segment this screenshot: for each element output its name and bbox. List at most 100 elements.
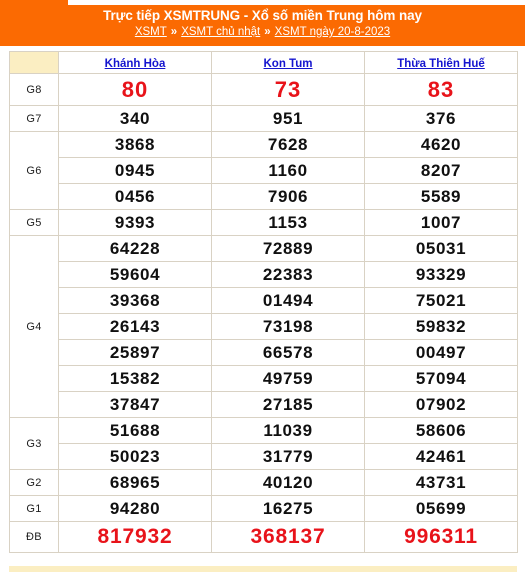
- province-link-khanh-hoa[interactable]: Khánh Hòa: [105, 58, 166, 70]
- header-cell-province-1: Khánh Hòa: [58, 51, 212, 74]
- prize-number-cell: 93329: [364, 261, 518, 288]
- province-link-thua-thien-hue[interactable]: Thừa Thiên Huế: [397, 58, 485, 70]
- prize-number-cell: 66578: [211, 339, 365, 366]
- table-row: G4 64228 72889 05031: [9, 235, 518, 418]
- prize-number-cell: 4620: [364, 131, 518, 158]
- table-row: G2 68965 40120 43731: [9, 469, 518, 496]
- prize-label-đb: ĐB: [9, 521, 59, 553]
- prize-label-g8: G8: [9, 73, 59, 106]
- header-corner-cell: [9, 51, 59, 74]
- prize-number-cell: 368137: [211, 521, 365, 553]
- province-link-kon-tum[interactable]: Kon Tum: [264, 58, 313, 70]
- prize-number-cell: 72889: [211, 235, 365, 262]
- prize-label-g3: G3: [9, 417, 59, 470]
- breadcrumb: XSMT » XSMT chủ nhật » XSMT ngày 20-8-20…: [135, 25, 390, 40]
- table-row: 39368 01494 75021: [10, 287, 518, 314]
- prize-number-cell: 50023: [58, 443, 212, 470]
- prize-label-g1: G1: [9, 495, 59, 522]
- prize-number-cell: 05031: [364, 235, 518, 262]
- breadcrumb-link-xsmt-chu-nhat[interactable]: XSMT chủ nhật: [181, 25, 260, 40]
- prize-number-cell: 42461: [364, 443, 518, 470]
- lottery-results-table: Khánh Hòa Kon Tum Thừa Thiên Huế G8 80 73 8…: [9, 51, 518, 553]
- lottery-results-page: Trực tiếp XSMTRUNG - Xổ số miền Trung hô…: [0, 0, 525, 572]
- prize-label-g4: G4: [9, 235, 59, 418]
- table-row: G6 3868 7628 4620: [9, 131, 518, 210]
- prize-number-cell: 15382: [58, 365, 212, 392]
- breadcrumb-link-xsmt[interactable]: XSMT: [135, 25, 167, 40]
- breadcrumb-link-xsmt-date[interactable]: XSMT ngày 20-8-2023: [275, 25, 391, 40]
- prize-number-cell: 68965: [58, 469, 212, 496]
- table-header-row: Khánh Hòa Kon Tum Thừa Thiên Huế: [9, 51, 518, 74]
- table-body: G8 80 73 83 G7 340 951 376 G6 3868 7628 4620 0945 116…: [9, 73, 518, 553]
- prize-number-cell: 59832: [364, 313, 518, 340]
- prize-number-cell: 9393: [58, 209, 212, 236]
- prize-number-cell: 58606: [364, 417, 518, 444]
- prize-number-cell: 16275: [211, 495, 365, 522]
- page-banner: Trực tiếp XSMTRUNG - Xổ số miền Trung hô…: [0, 0, 525, 46]
- prize-number-cell: 7906: [211, 183, 365, 210]
- prize-number-cell: 43731: [364, 469, 518, 496]
- prize-number-cell: 1153: [211, 209, 365, 236]
- table-row: ĐB 817932 368137 996311: [9, 521, 518, 553]
- prize-number-cell: 22383: [211, 261, 365, 288]
- prize-number-cell: 11039: [211, 417, 365, 444]
- prize-label-g7: G7: [9, 105, 59, 132]
- prize-label-g2: G2: [9, 469, 59, 496]
- prize-number-cell: 75021: [364, 287, 518, 314]
- table-row: 25897 66578 00497: [10, 339, 518, 366]
- prize-number-cell: 5589: [364, 183, 518, 210]
- prize-number-cell: 51688: [58, 417, 212, 444]
- table-row: G8 80 73 83: [9, 73, 518, 106]
- table-header: Khánh Hòa Kon Tum Thừa Thiên Huế: [9, 51, 518, 74]
- prize-number-cell: 0945: [58, 157, 212, 184]
- prize-number-cell: 25897: [58, 339, 212, 366]
- table-row: 37847 27185 07902: [10, 391, 518, 418]
- prize-number-cell: 00497: [364, 339, 518, 366]
- prize-number-cell: 340: [58, 105, 212, 132]
- prize-number-cell: 73198: [211, 313, 365, 340]
- prize-number-cell: 01494: [211, 287, 365, 314]
- prize-number-cell: 0456: [58, 183, 212, 210]
- prize-number-cell: 49759: [211, 365, 365, 392]
- page-title: Trực tiếp XSMTRUNG - Xổ số miền Trung hô…: [103, 8, 422, 23]
- table-row: G3 51688 11039 58606: [9, 417, 518, 470]
- prize-number-cell: 83: [364, 73, 518, 106]
- prize-number-cell: 996311: [364, 521, 518, 553]
- header-cell-province-2: Kon Tum: [211, 51, 365, 74]
- prize-number-cell: 1007: [364, 209, 518, 236]
- table-row: 59604 22383 93329: [10, 261, 518, 288]
- prize-number-cell: 3868: [58, 131, 212, 158]
- prize-number-cell: 37847: [58, 391, 212, 418]
- results-table-container: Khánh Hòa Kon Tum Thừa Thiên Huế G8 80 73 8…: [9, 51, 518, 553]
- prize-number-cell: 951: [211, 105, 365, 132]
- table-row: 50023 31779 42461: [10, 443, 518, 470]
- bottom-accent-strip: [9, 566, 517, 572]
- table-row: 15382 49759 57094: [10, 365, 518, 392]
- prize-number-cell: 817932: [58, 521, 212, 553]
- prize-number-cell: 31779: [211, 443, 365, 470]
- prize-number-cell: 26143: [58, 313, 212, 340]
- prize-label-g6: G6: [9, 131, 59, 210]
- prize-number-cell: 40120: [211, 469, 365, 496]
- header-cell-province-3: Thừa Thiên Huế: [364, 51, 518, 74]
- prize-number-cell: 07902: [364, 391, 518, 418]
- table-row: G5 9393 1153 1007: [9, 209, 518, 236]
- prize-label-g5: G5: [9, 209, 59, 236]
- prize-number-cell: 05699: [364, 495, 518, 522]
- table-row: 0456 7906 5589: [10, 183, 518, 210]
- prize-number-cell: 7628: [211, 131, 365, 158]
- prize-number-cell: 94280: [58, 495, 212, 522]
- table-row: G1 94280 16275 05699: [9, 495, 518, 522]
- table-row: 26143 73198 59832: [10, 313, 518, 340]
- prize-number-cell: 39368: [58, 287, 212, 314]
- prize-number-cell: 59604: [58, 261, 212, 288]
- breadcrumb-separator: »: [170, 26, 178, 38]
- table-row: G7 340 951 376: [9, 105, 518, 132]
- breadcrumb-separator: »: [264, 26, 271, 38]
- prize-number-cell: 64228: [58, 235, 212, 262]
- prize-number-cell: 57094: [364, 365, 518, 392]
- prize-number-cell: 1160: [211, 157, 365, 184]
- table-row: 0945 1160 8207: [10, 157, 518, 184]
- prize-number-cell: 80: [58, 73, 212, 106]
- prize-number-cell: 27185: [211, 391, 365, 418]
